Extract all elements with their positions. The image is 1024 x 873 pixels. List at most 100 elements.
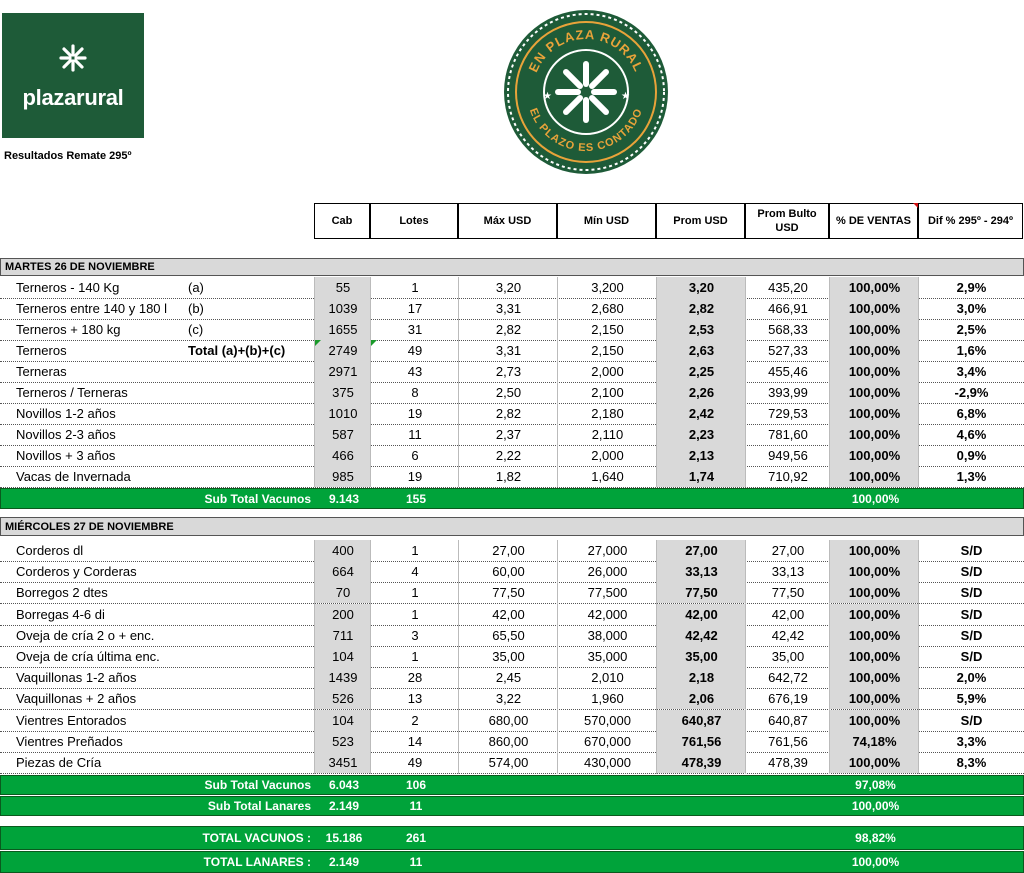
max-cell: 27,00	[492, 543, 525, 558]
lotes-cell: 4	[411, 564, 419, 580]
max-cell: 3,31	[495, 301, 522, 316]
ventas-cell: 100,00%	[830, 603, 919, 625]
ventas-cell: 100,00%	[830, 752, 919, 773]
section-header: MARTES 26 DE NOVIEMBRE	[0, 258, 1024, 276]
column-divider	[370, 540, 371, 774]
bulto-cell: 710,92	[768, 469, 808, 484]
bulto-cell: 77,50	[771, 585, 805, 601]
table-row: Borregos 2 dtes 70 1 77,50 77,500 77,50 77,50 1…	[0, 582, 1024, 605]
table-row: Terneros / Terneras 375 8 2,50 2,100 2,26 393,…	[0, 382, 1024, 404]
lotes-cell: 49	[407, 343, 423, 358]
total-cab: 9.143	[328, 491, 360, 506]
category-cell: Terneros - 140 Kg	[16, 280, 120, 295]
category-cell: Oveja de cría 2 o + enc.	[16, 627, 155, 643]
cab-cell: 1655	[315, 319, 371, 340]
dif-cell: 5,9%	[956, 691, 987, 707]
bulto-cell: 42,00	[771, 606, 805, 622]
prom-cell: 2,06	[657, 688, 746, 710]
category-cell: Novillos + 3 años	[16, 448, 116, 463]
bulto-cell: 642,72	[768, 670, 808, 686]
table-row: Terneras 2971 43 2,73 2,000 2,25 455,46 100,00%…	[0, 361, 1024, 383]
total-ventas: 97,08%	[855, 778, 896, 792]
max-cell: 2,50	[495, 385, 522, 400]
column-divider	[458, 540, 459, 774]
header-prom: Prom USD	[656, 203, 745, 239]
bulto-cell: 949,56	[768, 448, 808, 463]
dif-cell: 3,0%	[956, 301, 987, 316]
lotes-cell: 14	[407, 733, 423, 749]
min-cell: 570,000	[584, 712, 631, 728]
header-min: Mín USD	[557, 203, 656, 239]
lotes-cell: 1	[411, 649, 419, 664]
category-cell: Borregos 2 dtes	[16, 585, 108, 601]
header-dif: Dif % 295º - 294º	[918, 203, 1023, 239]
prom-cell: 42,42	[657, 624, 746, 646]
min-cell: 2,180	[591, 406, 624, 421]
ventas-cell: 100,00%	[830, 298, 919, 319]
column-divider	[745, 540, 746, 774]
total-label: Sub Total Vacunos	[204, 778, 311, 792]
bulto-cell: 761,56	[768, 733, 808, 749]
table-row: Novillos 2-3 años 587 11 2,37 2,110 2,23 781,6…	[0, 424, 1024, 446]
column-divider	[557, 277, 558, 487]
dif-cell: 8,3%	[956, 755, 987, 770]
cab-cell: 523	[315, 730, 371, 752]
category-cell: Vaquillonas 1-2 años	[16, 670, 137, 686]
cab-cell: 466	[315, 445, 371, 466]
table-row: Terneros Total (a)+(b)+(c) 2749 49 3,31 2,150…	[0, 340, 1024, 362]
dif-cell: 0,9%	[956, 448, 987, 463]
max-cell: 574,00	[488, 755, 529, 770]
bulto-cell: 33,13	[771, 564, 805, 580]
note-cell	[185, 424, 313, 445]
prom-cell: 2,53	[657, 319, 746, 340]
category-cell: Vientres Entorados	[16, 712, 127, 728]
table-row: Vientres Preñados 523 14 860,00 670,000 761,5…	[0, 730, 1024, 753]
note-cell	[185, 667, 313, 688]
ventas-cell: 100,00%	[830, 709, 919, 731]
bulto-cell: 42,42	[771, 627, 805, 643]
max-cell: 2,37	[495, 427, 522, 442]
min-cell: 35,000	[587, 649, 628, 664]
lotes-cell: 1	[411, 543, 419, 558]
bulto-cell: 729,53	[768, 406, 808, 421]
max-cell: 2,73	[495, 364, 522, 379]
cab-cell: 200	[315, 603, 371, 625]
section-title: MARTES 26 DE NOVIEMBRE	[5, 261, 155, 273]
cab-cell: 104	[315, 646, 371, 667]
lotes-cell: 28	[407, 670, 423, 686]
dif-cell: 6,8%	[956, 406, 987, 421]
max-cell: 2,82	[495, 406, 522, 421]
comment-marker	[913, 203, 918, 208]
ventas-cell: 74,18%	[830, 730, 919, 752]
note-cell	[185, 688, 313, 709]
category-cell: Corderos y Corderas	[16, 564, 137, 580]
table-row: Oveja de cría 2 o + enc. 711 3 65,50 38,000 4…	[0, 624, 1024, 647]
note-cell	[185, 731, 313, 752]
cab-cell: 526	[315, 688, 371, 710]
min-cell: 42,000	[587, 606, 628, 622]
prom-cell: 761,56	[657, 730, 746, 752]
lotes-cell: 1	[411, 606, 419, 622]
cab-cell: 711	[315, 624, 371, 646]
cab-cell: 375	[315, 382, 371, 403]
dif-cell: S/D	[960, 627, 983, 643]
note-cell	[185, 582, 313, 603]
cab-cell: 104	[315, 709, 371, 731]
total-cab: 2.149	[328, 855, 360, 869]
min-cell: 27,000	[587, 543, 628, 558]
total-lotes: 11	[409, 799, 423, 813]
header-lotes: Lotes	[370, 203, 458, 239]
note-cell	[185, 752, 313, 773]
ventas-cell: 100,00%	[830, 424, 919, 445]
max-cell: 60,00	[492, 564, 525, 580]
cab-cell: 2749	[315, 340, 371, 361]
prom-cell: 2,25	[657, 361, 746, 382]
prom-cell: 2,63	[657, 340, 746, 361]
max-cell: 65,50	[492, 627, 525, 643]
table-row: Vaquillonas 1-2 años 1439 28 2,45 2,010 2,18 6…	[0, 667, 1024, 690]
max-cell: 3,20	[495, 280, 522, 295]
lotes-cell: 3	[411, 627, 419, 643]
table-row: Oveja de cría última enc. 104 1 35,00 35,000…	[0, 646, 1024, 668]
max-cell: 860,00	[488, 733, 529, 749]
dif-cell: S/D	[960, 585, 983, 601]
